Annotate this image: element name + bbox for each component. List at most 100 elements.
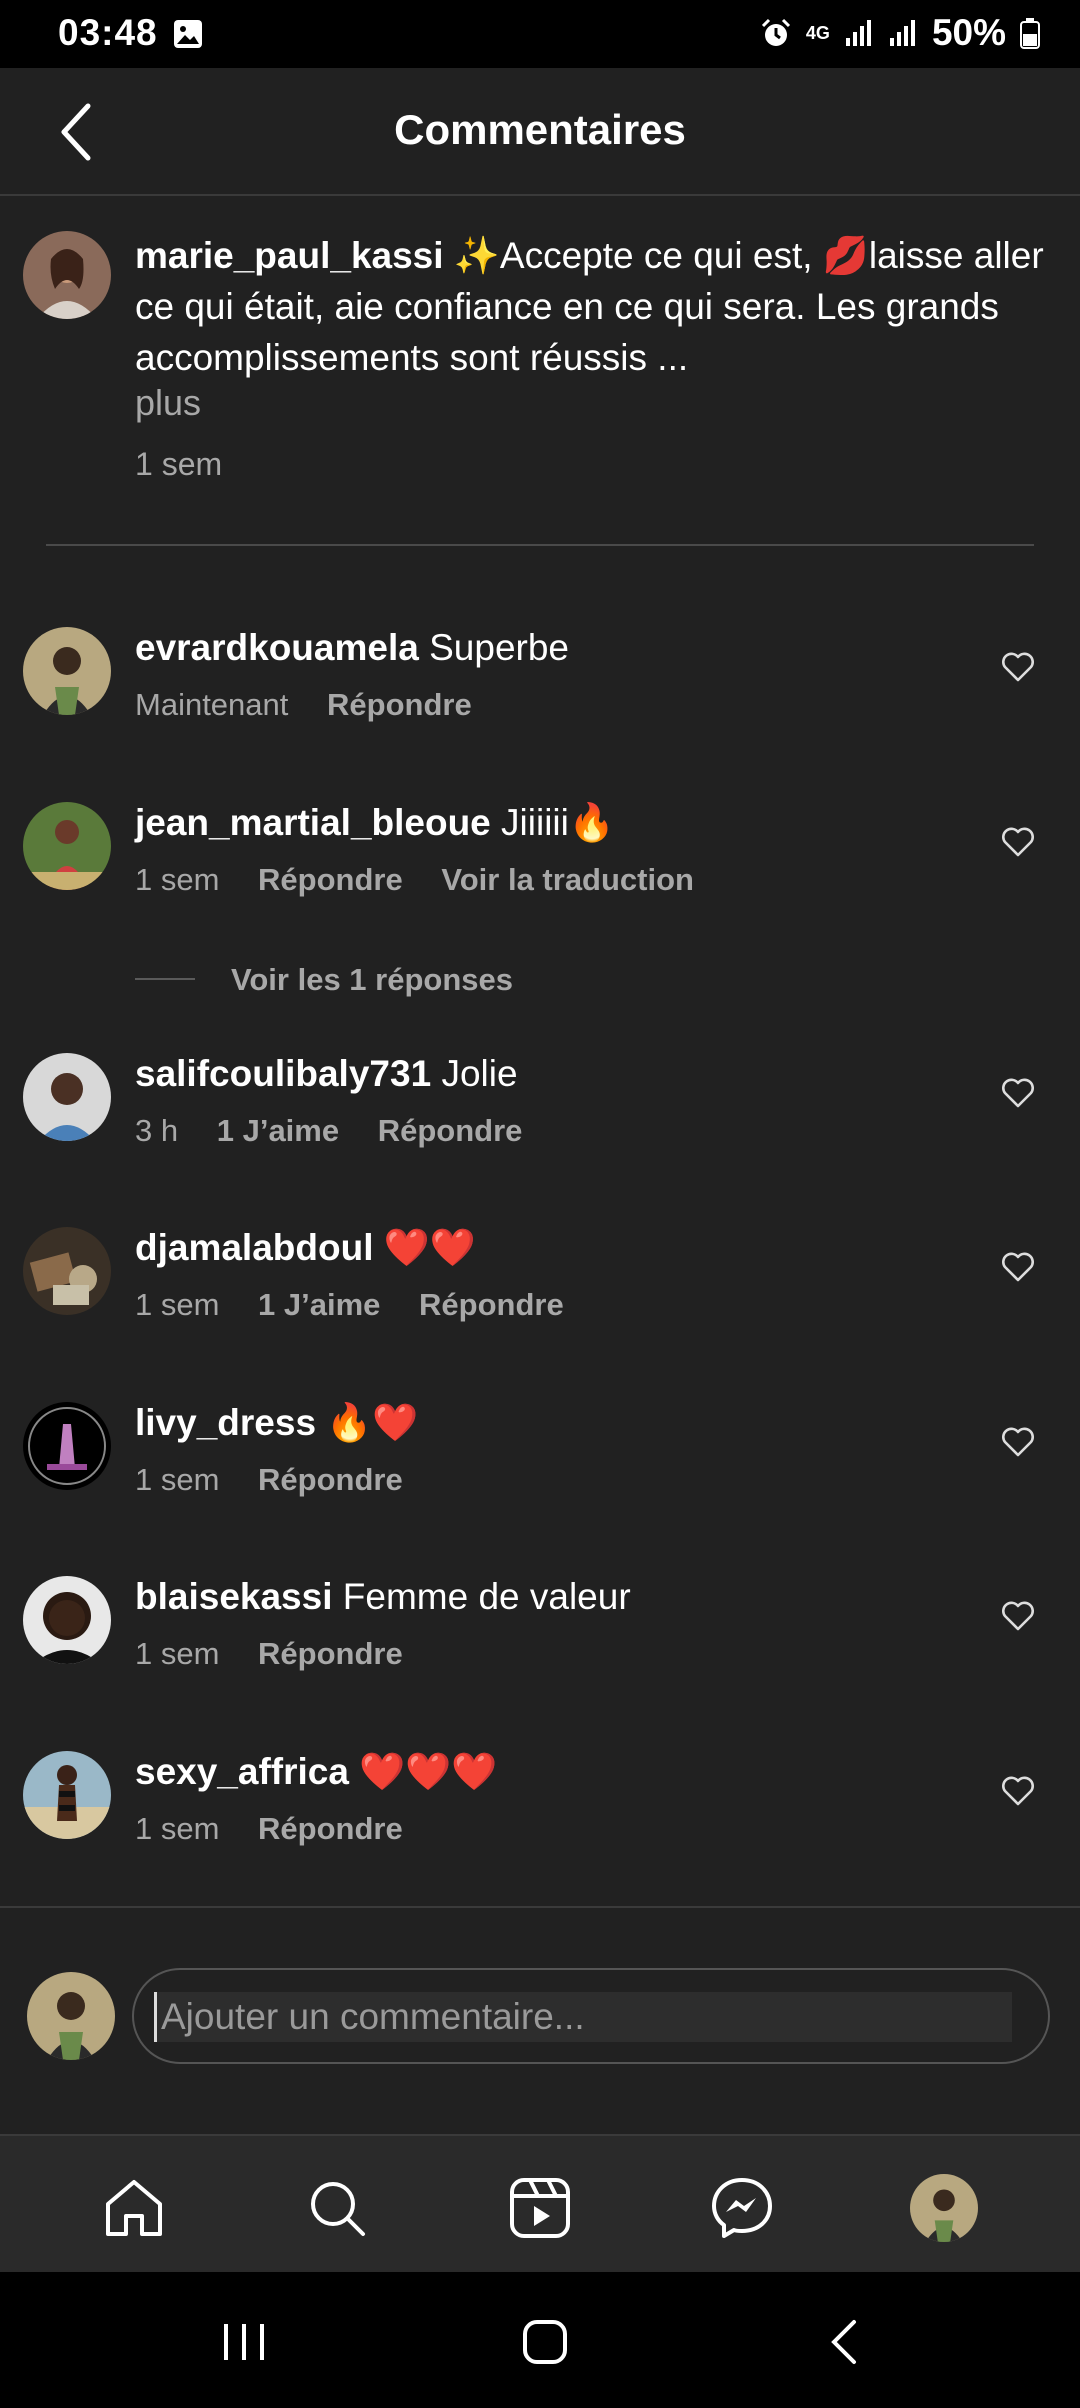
comment-body: Jolie bbox=[441, 1053, 518, 1094]
comment-time: Maintenant bbox=[135, 687, 289, 722]
comment-time: 1 sem bbox=[135, 1636, 220, 1671]
comment-body: 🔥❤️ bbox=[326, 1402, 419, 1443]
comment-text: evrardkouamela Superbe bbox=[135, 627, 569, 669]
comment-username[interactable]: salifcoulibaly731 bbox=[135, 1053, 431, 1094]
like-heart-icon[interactable] bbox=[1000, 1075, 1036, 1111]
avatar[interactable] bbox=[23, 1402, 111, 1490]
likes-count[interactable]: 1 J’aime bbox=[217, 1113, 339, 1148]
avatar[interactable] bbox=[23, 1751, 111, 1839]
comment-text: livy_dress 🔥❤️ bbox=[135, 1402, 418, 1445]
caption-timestamp: 1 sem bbox=[135, 446, 223, 482]
like-heart-icon[interactable] bbox=[1000, 1424, 1036, 1460]
like-heart-icon[interactable] bbox=[1000, 1249, 1036, 1285]
comment-text: sexy_affrica ❤️❤️❤️ bbox=[135, 1751, 497, 1794]
reply-button[interactable]: Répondre bbox=[327, 687, 472, 722]
comment-row: djamalabdoul ❤️❤️ 1 sem 1 J’aime Répondr… bbox=[0, 1219, 1080, 1369]
comment-text: salifcoulibaly731 Jolie bbox=[135, 1053, 518, 1095]
system-navigation-bar bbox=[0, 2272, 1080, 2408]
comment-username[interactable]: jean_martial_bleoue bbox=[135, 802, 491, 843]
comment-username[interactable]: djamalabdoul bbox=[135, 1227, 373, 1268]
bottom-nav bbox=[0, 2134, 1080, 2274]
alarm-icon bbox=[761, 18, 790, 46]
post-caption: marie_paul_kassi ✨Accepte ce qui est, 💋l… bbox=[0, 196, 1080, 546]
caption-more-link[interactable]: plus bbox=[135, 382, 201, 424]
comment-row: salifcoulibaly731 Jolie 3 h 1 J’aime Rép… bbox=[0, 1045, 1080, 1195]
caption-divider bbox=[46, 544, 1034, 546]
avatar[interactable] bbox=[23, 1576, 111, 1664]
comment-time: 1 sem bbox=[135, 1462, 220, 1497]
comment-time: 1 sem bbox=[135, 1287, 220, 1322]
like-heart-icon[interactable] bbox=[1000, 1773, 1036, 1809]
reels-icon[interactable] bbox=[506, 2174, 574, 2242]
view-replies-button[interactable]: Voir les 1 réponses bbox=[231, 962, 513, 998]
signal-icon-2 bbox=[889, 20, 915, 46]
page-title: Commentaires bbox=[394, 106, 686, 153]
search-icon[interactable] bbox=[303, 2174, 371, 2242]
gallery-notification-icon bbox=[174, 20, 202, 48]
avatar[interactable] bbox=[23, 1227, 111, 1315]
status-indicators: 4G 50% bbox=[760, 12, 1040, 54]
recent-apps-icon[interactable] bbox=[214, 2316, 274, 2368]
comment-meta: Maintenant Répondre bbox=[135, 687, 502, 723]
avatar bbox=[27, 1972, 115, 2060]
reply-button[interactable]: Répondre bbox=[419, 1287, 564, 1322]
comment-body: ❤️❤️❤️ bbox=[359, 1751, 498, 1792]
home-button-icon[interactable] bbox=[515, 2316, 575, 2368]
battery-icon bbox=[1020, 18, 1040, 49]
like-heart-icon[interactable] bbox=[1000, 1598, 1036, 1634]
comment-row: livy_dress 🔥❤️ 1 sem Répondre bbox=[0, 1394, 1080, 1544]
comment-username[interactable]: evrardkouamela bbox=[135, 627, 419, 668]
replies-line bbox=[135, 978, 195, 980]
comment-input-container bbox=[132, 1968, 1050, 2064]
messenger-icon[interactable] bbox=[708, 2174, 776, 2242]
comment-username[interactable]: blaisekassi bbox=[135, 1576, 332, 1617]
comment-body: ❤️❤️ bbox=[383, 1227, 476, 1268]
avatar[interactable] bbox=[23, 802, 111, 890]
comment-meta: 1 sem 1 J’aime Répondre bbox=[135, 1287, 594, 1323]
translate-button[interactable]: Voir la traduction bbox=[441, 862, 694, 897]
comment-text: djamalabdoul ❤️❤️ bbox=[135, 1227, 476, 1270]
status-time: 03:48 bbox=[58, 12, 158, 53]
signal-icon bbox=[845, 20, 871, 46]
reply-button[interactable]: Répondre bbox=[378, 1113, 523, 1148]
comment-time: 1 sem bbox=[135, 862, 220, 897]
comment-text: jean_martial_bleoue Jiiiiii🔥 bbox=[135, 802, 615, 845]
avatar[interactable] bbox=[23, 231, 111, 319]
comment-text: blaisekassi Femme de valeur bbox=[135, 1576, 631, 1618]
like-heart-icon[interactable] bbox=[1000, 824, 1036, 860]
caption-text: marie_paul_kassi ✨Accepte ce qui est, 💋l… bbox=[135, 230, 1065, 383]
back-button-icon[interactable] bbox=[816, 2316, 876, 2368]
comment-username[interactable]: sexy_affrica bbox=[135, 1751, 349, 1792]
home-icon[interactable] bbox=[100, 2174, 168, 2242]
comment-meta: 1 sem Répondre bbox=[135, 1636, 433, 1672]
comments-header: Commentaires bbox=[0, 68, 1080, 196]
battery-percent: 50% bbox=[931, 12, 1006, 53]
reply-button[interactable]: Répondre bbox=[258, 1462, 403, 1497]
comment-meta: 1 sem Répondre Voir la traduction bbox=[135, 862, 724, 898]
comment-row: sexy_affrica ❤️❤️❤️ 1 sem Répondre bbox=[0, 1743, 1080, 1893]
comment-meta: 3 h 1 J’aime Répondre bbox=[135, 1113, 552, 1149]
comment-body: Jiiiiii🔥 bbox=[501, 802, 615, 843]
avatar[interactable] bbox=[23, 627, 111, 715]
comment-body: Femme de valeur bbox=[342, 1576, 631, 1617]
comment-composer bbox=[0, 1906, 1080, 2136]
reply-button[interactable]: Répondre bbox=[258, 1811, 403, 1846]
network-type: 4G bbox=[805, 23, 830, 43]
comment-time: 3 h bbox=[135, 1113, 179, 1148]
comment-body: Superbe bbox=[429, 627, 569, 668]
comment-row: jean_martial_bleoue Jiiiiii🔥 1 sem Répon… bbox=[0, 794, 1080, 944]
avatar[interactable] bbox=[23, 1053, 111, 1141]
reply-button[interactable]: Répondre bbox=[258, 862, 403, 897]
comment-meta: 1 sem Répondre bbox=[135, 1811, 433, 1847]
comment-meta: 1 sem Répondre bbox=[135, 1462, 433, 1498]
likes-count[interactable]: 1 J’aime bbox=[258, 1287, 380, 1322]
comment-time: 1 sem bbox=[135, 1811, 220, 1846]
comment-username[interactable]: livy_dress bbox=[135, 1402, 316, 1443]
comment-row: blaisekassi Femme de valeur 1 sem Répond… bbox=[0, 1568, 1080, 1718]
comment-row: evrardkouamela Superbe Maintenant Répond… bbox=[0, 619, 1080, 769]
profile-avatar[interactable] bbox=[910, 2174, 978, 2242]
like-heart-icon[interactable] bbox=[1000, 649, 1036, 685]
reply-button[interactable]: Répondre bbox=[258, 1636, 403, 1671]
comment-input[interactable] bbox=[154, 1992, 1012, 2042]
caption-username[interactable]: marie_paul_kassi bbox=[135, 235, 444, 276]
